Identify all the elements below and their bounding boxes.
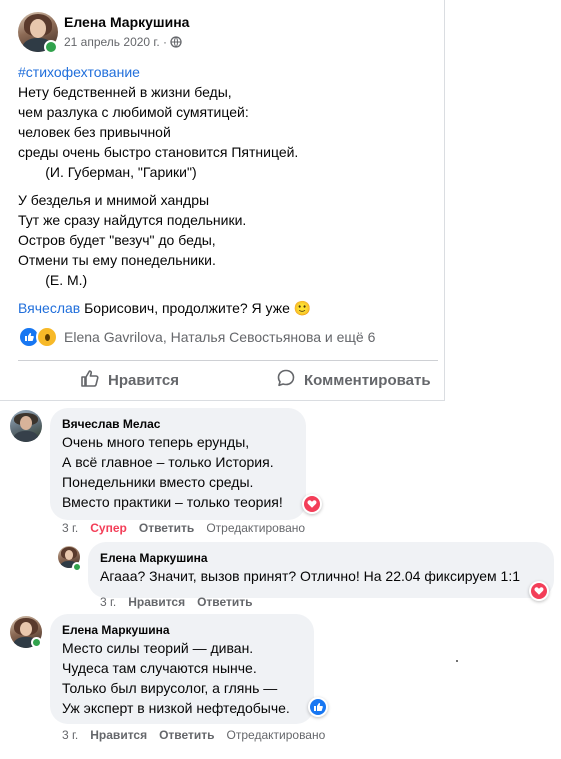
comment-reaction-badge[interactable] (308, 697, 328, 717)
comment-author[interactable]: Вячеслав Мелас (62, 416, 294, 432)
poem-line: Тут же сразу найдутся подельники. (18, 212, 247, 228)
reply-button[interactable]: Ответить (139, 521, 194, 535)
comment-time[interactable]: 3 г. (62, 521, 78, 535)
like-button[interactable]: Нравится (80, 367, 179, 393)
thumbs-up-icon (80, 368, 108, 392)
comment-bubble: Елена Маркушина Агааа? Значит, вызов при… (88, 542, 554, 598)
comment-bubble-icon (276, 368, 304, 392)
wow-reaction-icon (36, 326, 58, 348)
poem-line: среды очень быстро становится Пятницей. (18, 144, 299, 160)
comment-bubble: Вячеслав Мелас Очень много теперь ерунды… (50, 408, 306, 520)
comment-text: Место силы теорий — диван. Чудеса там сл… (62, 640, 290, 716)
like-comment-button[interactable]: Нравится (128, 595, 185, 609)
edited-label: Отредактировано (206, 521, 306, 535)
mention-line: Вячеслав Борисович, продолжите? Я уже 🙂 (18, 300, 312, 316)
comment-actions: 3 г. Супер Ответить Отредактировано (62, 521, 305, 535)
reactions-names: Elena Gavrilova, Наталья Севостьянова и … (64, 329, 376, 345)
comment-text: Очень много теперь ерунды, А всё главное… (62, 434, 283, 510)
reply-button[interactable]: Ответить (197, 595, 252, 609)
online-status-dot (44, 40, 58, 54)
heart-icon (531, 583, 547, 599)
poem-attribution: (Е. М.) (18, 272, 88, 288)
comment-reaction-badge[interactable] (529, 581, 549, 601)
slight-smile-emoji: 🙂 (293, 300, 312, 316)
comment-author[interactable]: Елена Маркушина (100, 550, 542, 566)
hashtag-link[interactable]: #стихофехтование (18, 62, 438, 82)
poem-line: чем разлука с любимой сумятицей: (18, 104, 249, 120)
poem-line: У безделья и мнимой хандры (18, 192, 210, 208)
poem-line: человек без привычной (18, 124, 171, 140)
comment-actions: 3 г. Нравится Ответить (100, 595, 253, 609)
poem-attribution: (И. Губерман, "Гарики") (18, 164, 197, 180)
comment-bubble: Елена Маркушина Место силы теорий — дива… (50, 614, 314, 724)
poem-line: Нету бедственней в жизни беды, (18, 84, 232, 100)
comment-actions: 3 г. Нравится Ответить Отредактировано (62, 728, 325, 742)
post-body: #стихофехтование Нету бедственней в жизн… (18, 62, 438, 318)
poem-line: Отмени ты ему понедельники. (18, 252, 216, 268)
post-date[interactable]: 21 апрель 2020 г. (64, 35, 160, 49)
post-card: Елена Маркушина 21 апрель 2020 г. · #сти… (0, 0, 445, 401)
meta-separator: · (163, 35, 168, 49)
reaction-super-button[interactable]: Супер (90, 521, 127, 535)
like-button-label: Нравится (108, 371, 180, 389)
comment-button[interactable]: Комментировать (276, 367, 431, 393)
reply-button[interactable]: Ответить (159, 728, 214, 742)
poem-line: Остров будет "везуч" до беды, (18, 232, 216, 248)
post-author-name[interactable]: Елена Маркушина (64, 14, 189, 30)
post-action-bar: Нравится Комментировать (18, 360, 438, 399)
edited-label: Отредактировано (226, 728, 326, 742)
comment-reaction-badge[interactable] (302, 494, 322, 514)
mention-link[interactable]: Вячеслав (18, 300, 80, 316)
comment-time[interactable]: 3 г. (62, 728, 78, 742)
globe-icon (170, 36, 183, 51)
comment-text: Агааа? Значит, вызов принят? Отлично! На… (100, 568, 521, 584)
comment-button-label: Комментировать (304, 371, 431, 389)
post-meta: 21 апрель 2020 г. · (64, 35, 183, 51)
thumbs-up-icon (310, 699, 326, 715)
commenter-avatar[interactable] (10, 410, 42, 442)
stray-dot (456, 660, 458, 662)
reactions-summary[interactable]: Elena Gavrilova, Наталья Севостьянова и … (18, 326, 375, 348)
heart-icon (304, 496, 320, 512)
online-status-dot (72, 562, 82, 572)
comment-time[interactable]: 3 г. (100, 595, 116, 609)
like-comment-button[interactable]: Нравится (90, 728, 147, 742)
online-status-dot (31, 637, 42, 648)
comment-author[interactable]: Елена Маркушина (62, 622, 302, 638)
